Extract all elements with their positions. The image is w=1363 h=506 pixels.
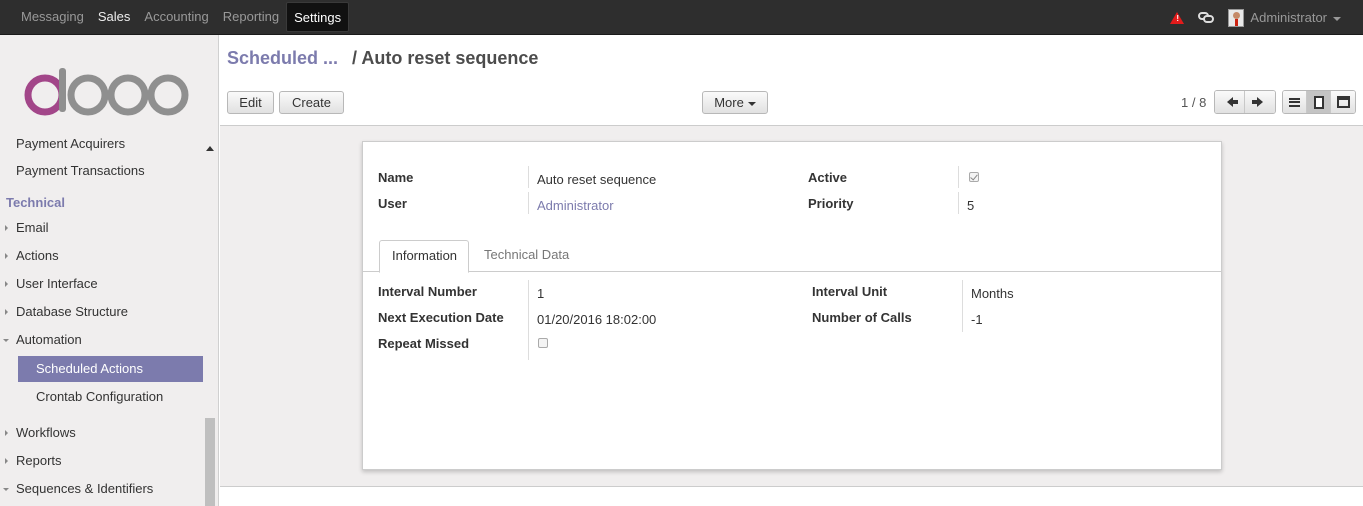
caret-right-icon (5, 430, 8, 436)
menu-accounting[interactable]: Accounting (137, 2, 215, 32)
next-execution-date-field[interactable]: 01/20/2016 18:02:00 (537, 312, 656, 327)
sidebar-item-database-structure[interactable]: Database Structure (0, 299, 205, 325)
priority-field[interactable]: 5 (967, 198, 974, 213)
tab-technical-data[interactable]: Technical Data (472, 240, 581, 273)
create-button[interactable]: Create (279, 91, 344, 114)
field-divider (958, 192, 959, 214)
sidebar-item-label: Reports (16, 453, 62, 468)
arrow-right-icon (1252, 97, 1263, 107)
next-button[interactable] (1245, 91, 1275, 113)
sidebar-item-scheduled-actions[interactable]: Scheduled Actions (18, 356, 203, 382)
app-menu: Messaging Sales Accounting Reporting Set… (14, 0, 350, 34)
user-menu[interactable]: Administrator (1250, 10, 1341, 25)
top-navbar: Messaging Sales Accounting Reporting Set… (0, 0, 1363, 35)
tab-information[interactable]: Information (379, 240, 469, 273)
sidebar-item-automation[interactable]: Automation (0, 327, 205, 353)
sidebar-item-actions[interactable]: Actions (0, 243, 205, 269)
more-label: More (714, 95, 744, 110)
form-view-button[interactable] (1307, 91, 1331, 113)
menu-settings[interactable]: Settings (286, 2, 350, 32)
number-of-calls-field[interactable]: -1 (971, 312, 983, 327)
sidebar-item-label: Automation (16, 332, 82, 347)
interval-unit-label: Interval Unit (812, 284, 888, 299)
sidebar-item-label: Actions (16, 248, 59, 263)
caret-down-icon (747, 101, 756, 106)
active-label: Active (808, 170, 848, 185)
sidebar-item-email[interactable]: Email (0, 215, 205, 241)
odoo-logo (24, 68, 189, 116)
chevron-down-icon (1333, 16, 1341, 21)
warning-icon[interactable]: ! (1170, 11, 1185, 24)
sidebar-item-payment-acquirers[interactable]: Payment Acquirers (0, 131, 205, 157)
calendar-icon (1336, 96, 1350, 108)
priority-label: Priority (808, 196, 854, 211)
avatar[interactable] (1228, 8, 1245, 27)
interval-number-field[interactable]: 1 (537, 286, 544, 301)
caret-right-icon (5, 309, 8, 315)
calendar-view-button[interactable] (1331, 91, 1355, 113)
user-name: Administrator (1250, 10, 1327, 25)
field-divider (528, 192, 529, 214)
previous-button[interactable] (1215, 91, 1245, 113)
sidebar-item-crontab-configuration[interactable]: Crontab Configuration (0, 384, 205, 410)
pager-value[interactable]: 1 / 8 (1181, 95, 1206, 110)
caret-down-icon (3, 488, 9, 491)
field-divider (528, 166, 529, 188)
more-button[interactable]: More (702, 91, 768, 114)
sidebar: Payment Acquirers Payment Transactions T… (0, 35, 219, 506)
number-of-calls-label: Number of Calls (812, 310, 912, 325)
menu-sales[interactable]: Sales (91, 2, 138, 32)
list-view-button[interactable] (1283, 91, 1307, 113)
field-divider (958, 166, 959, 188)
page-title: Auto reset sequence (361, 48, 539, 68)
caret-down-icon (3, 339, 9, 342)
interval-unit-field[interactable]: Months (971, 286, 1014, 301)
interval-number-label: Interval Number (378, 284, 477, 299)
name-field[interactable]: Auto reset sequence (537, 172, 656, 187)
chat-icon[interactable] (1198, 11, 1215, 24)
sidebar-item-label: Workflows (16, 425, 76, 440)
arrow-left-icon (1226, 97, 1238, 107)
user-field-link[interactable]: Administrator (537, 198, 614, 213)
next-execution-date-label: Next Execution Date (378, 310, 504, 325)
repeat-missed-label: Repeat Missed (378, 336, 470, 351)
caret-right-icon (5, 281, 8, 287)
edit-button[interactable]: Edit (227, 91, 274, 114)
view-switcher (1282, 90, 1356, 114)
sidebar-item-reports[interactable]: Reports (0, 448, 205, 474)
field-divider (962, 280, 963, 332)
caret-right-icon (5, 253, 8, 259)
breadcrumb-parent-link[interactable]: Scheduled ... (227, 48, 338, 68)
sidebar-item-label: User Interface (16, 276, 98, 291)
sidebar-item-label: Database Structure (16, 304, 129, 319)
breadcrumb: Scheduled ... / Auto reset sequence (227, 48, 538, 69)
sidebar-item-payment-transactions[interactable]: Payment Transactions (0, 158, 205, 184)
user-label: User (378, 196, 407, 211)
caret-right-icon (5, 225, 8, 231)
active-checkbox[interactable] (969, 172, 979, 182)
sidebar-scrollbar[interactable] (205, 418, 215, 506)
menu-reporting[interactable]: Reporting (216, 2, 286, 32)
pager-buttons (1214, 90, 1276, 114)
sidebar-item-user-interface[interactable]: User Interface (0, 271, 205, 297)
field-divider (528, 280, 529, 360)
caret-right-icon (5, 458, 8, 464)
sidebar-item-workflows[interactable]: Workflows (0, 420, 205, 446)
notebook-tabs: Information Technical Data (363, 240, 1221, 273)
sidebar-header-technical: Technical (6, 195, 66, 210)
topbar-right: ! Administrator (1170, 0, 1341, 35)
name-label: Name (378, 170, 414, 185)
form-sheet: Name Auto reset sequence User Administra… (362, 141, 1222, 470)
sidebar-item-label: Sequences & Identifiers (16, 481, 154, 496)
form-icon (1313, 95, 1324, 109)
sidebar-item-sequences-identifiers[interactable]: Sequences & Identifiers (0, 476, 205, 502)
menu-messaging[interactable]: Messaging (14, 2, 91, 32)
list-icon (1289, 97, 1300, 107)
control-panel: Scheduled ... / Auto reset sequence Edit … (220, 35, 1363, 126)
main-content: Name Auto reset sequence User Administra… (220, 126, 1363, 487)
repeat-missed-checkbox[interactable] (538, 338, 548, 348)
breadcrumb-separator: / (352, 48, 358, 68)
scroll-up-icon[interactable] (206, 146, 214, 151)
